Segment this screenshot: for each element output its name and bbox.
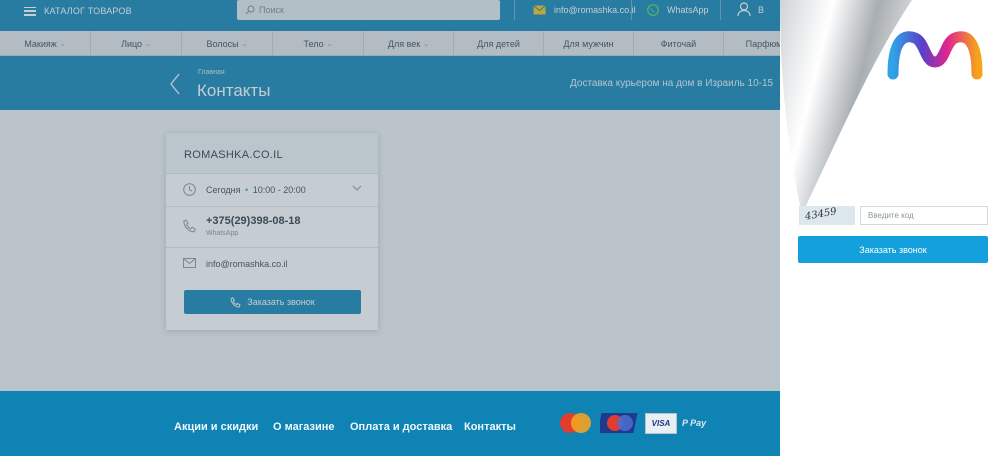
whatsapp-icon <box>647 4 659 16</box>
phone-number[interactable]: +375(29)398-08-18 <box>206 215 301 227</box>
email-link[interactable]: info@romashka.co.il <box>533 0 636 20</box>
page-title: Контакты <box>197 81 271 100</box>
menu-icon <box>24 6 36 16</box>
footer-link[interactable]: Оплата и доставка <box>350 421 452 433</box>
menu-item[interactable]: Волосы ⌄ <box>182 31 273 56</box>
captcha-input[interactable]: Введите код <box>860 206 988 225</box>
mail-icon <box>533 5 546 15</box>
status-dot: • <box>245 185 249 195</box>
search-icon <box>245 5 255 15</box>
user-label[interactable]: В <box>758 5 764 15</box>
order-call-button[interactable]: Заказать звонок <box>798 236 988 263</box>
delivery-info: Доставка курьером на дом в Израиль 10-15 <box>570 78 774 89</box>
store-name: ROMASHKA.CO.IL <box>166 133 378 173</box>
hours-time: 10:00 - 20:00 <box>252 185 306 195</box>
hours-day: Сегодня <box>206 185 241 195</box>
chevron-down-icon: ⌄ <box>145 40 151 48</box>
maestro-icon <box>600 413 638 433</box>
chevron-down-icon <box>352 185 362 191</box>
page: КАТАЛОГ ТОВАРОВ Поиск info@romashka.co.i… <box>0 0 1006 456</box>
contact-card: ROMASHKA.CO.IL Сегодня • 10:00 - 20:00 +… <box>166 133 378 330</box>
email-text: info@romashka.co.il <box>554 5 636 15</box>
chevron-left-icon[interactable] <box>169 73 181 95</box>
phone-row[interactable]: +375(29)398-08-18 WhatsApp <box>166 206 378 247</box>
footer-link[interactable]: Контакты <box>464 421 516 433</box>
brand-logo <box>887 31 983 80</box>
search-placeholder: Поиск <box>259 5 284 15</box>
search-input[interactable]: Поиск <box>237 0 500 20</box>
paypal-icon: P Pay <box>682 418 707 428</box>
phone-icon <box>183 219 196 233</box>
whatsapp-link[interactable]: WhatsApp <box>647 0 709 20</box>
menu-item[interactable]: Для детей <box>454 31 544 56</box>
chevron-down-icon: ⌄ <box>326 40 333 48</box>
callback-button[interactable]: Заказать звонок <box>184 290 361 314</box>
phone-icon <box>230 296 241 308</box>
visa-icon: VISA <box>645 413 677 434</box>
divider <box>631 0 632 20</box>
footer-link[interactable]: О магазине <box>273 421 335 433</box>
phone-sub: WhatsApp <box>206 230 239 237</box>
user-icon[interactable] <box>737 2 751 17</box>
callback-label: Заказать звонок <box>247 297 315 307</box>
mail-icon <box>183 258 196 268</box>
chevron-down-icon: ⌄ <box>59 40 66 48</box>
footer-link[interactable]: Акции и скидки <box>174 421 258 433</box>
catalog-button[interactable]: КАТАЛОГ ТОВАРОВ <box>24 0 132 22</box>
order-call-label: Заказать звонок <box>859 244 927 255</box>
card-email[interactable]: info@romashka.co.il <box>206 259 288 269</box>
chevron-down-icon: ⌄ <box>423 40 430 48</box>
hours-row[interactable]: Сегодня • 10:00 - 20:00 <box>166 173 378 206</box>
captcha-placeholder: Введите код <box>868 211 914 220</box>
breadcrumb[interactable]: Главная <box>198 69 225 76</box>
divider <box>514 0 515 20</box>
menu-item[interactable]: Тело ⌄ <box>273 31 364 56</box>
chevron-down-icon: ⌄ <box>241 40 248 48</box>
menu-item[interactable]: Для мужчин <box>544 31 634 56</box>
whatsapp-text: WhatsApp <box>667 5 709 15</box>
clock-icon <box>183 183 196 196</box>
mastercard-icon <box>560 413 591 433</box>
catalog-label: КАТАЛОГ ТОВАРОВ <box>44 6 132 16</box>
menu-item[interactable]: Для век ⌄ <box>364 31 454 56</box>
menu-item[interactable]: Макияж ⌄ <box>0 31 91 56</box>
menu-item[interactable]: Фиточай <box>634 31 724 56</box>
email-row[interactable]: info@romashka.co.il <box>166 247 378 280</box>
divider <box>720 0 721 20</box>
menu-item[interactable]: Лицо ⌄ <box>91 31 182 56</box>
